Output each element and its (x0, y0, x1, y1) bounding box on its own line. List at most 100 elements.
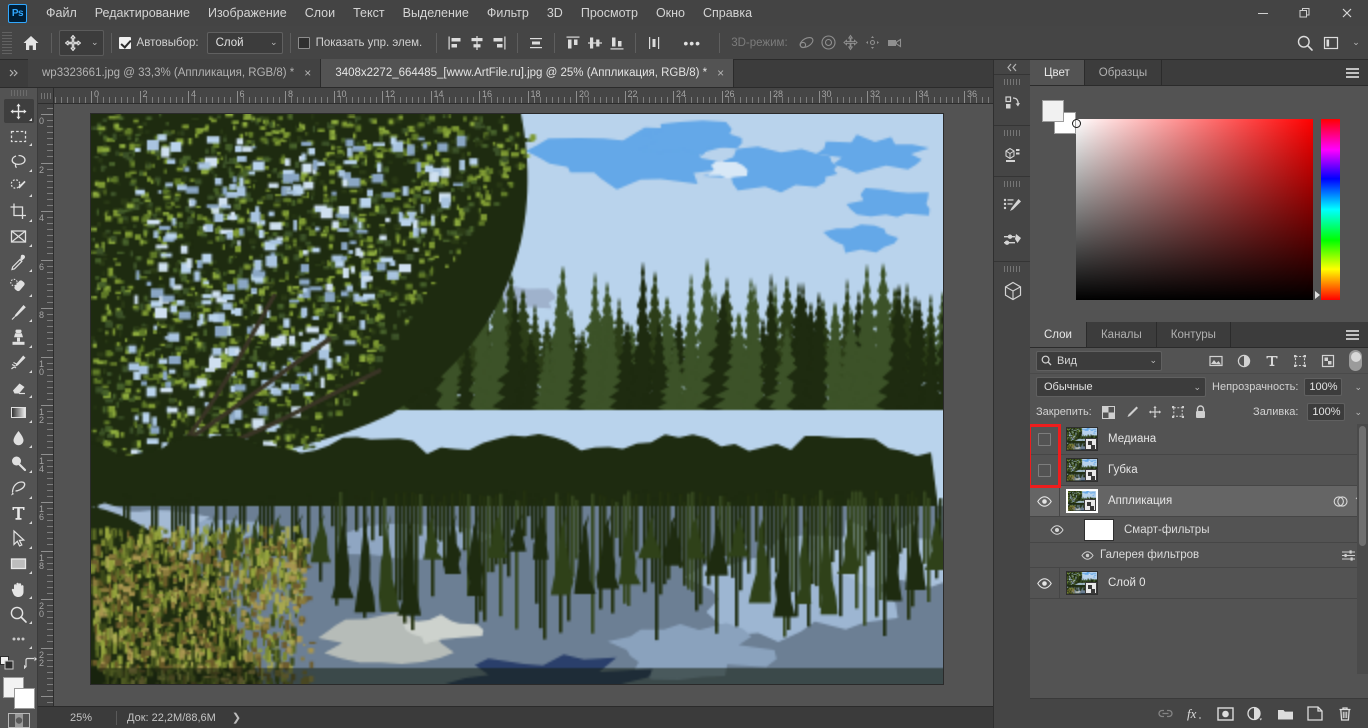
menu-window[interactable]: Окно (647, 2, 694, 24)
scope-select[interactable]: Слой ⌄ (206, 31, 283, 54)
align-horizontal-centers-icon[interactable] (466, 32, 488, 54)
layer-thumbnail[interactable] (1066, 458, 1098, 482)
lock-artboard-nesting-icon[interactable] (1168, 402, 1188, 422)
dock-grip[interactable] (1003, 181, 1021, 187)
smart-filters-icon[interactable] (1333, 494, 1348, 509)
panel-menu-icon[interactable] (1342, 322, 1362, 348)
add-layer-mask-icon[interactable] (1212, 701, 1238, 727)
roll-3d-icon[interactable] (818, 32, 840, 54)
layer-row-sloy-0[interactable]: Слой 0 (1030, 567, 1368, 599)
path-selection-tool[interactable] (4, 527, 34, 551)
layer-visibility-toggle[interactable] (1030, 567, 1060, 599)
history-panel-icon[interactable] (994, 87, 1031, 121)
rectangle-tool[interactable] (4, 552, 34, 576)
clone-stamp-tool[interactable] (4, 325, 34, 349)
menu-filter[interactable]: Фильтр (478, 2, 538, 24)
layer-name[interactable]: Губка (1108, 464, 1368, 476)
filter-enable-toggle[interactable] (1349, 350, 1362, 371)
background-color-swatch[interactable] (13, 688, 35, 710)
filter-gallery-visibility-toggle[interactable] (1030, 550, 1100, 560)
layer-list[interactable]: Медиана Губка Аппликация Смарт-фильтры Г… (1030, 424, 1368, 674)
smart-filters-row[interactable]: Смарт-фильтры (1030, 517, 1368, 543)
brush-presets-panel-icon[interactable] (994, 223, 1031, 257)
tab-swatches[interactable]: Образцы (1085, 60, 1163, 85)
autoselect-checkbox[interactable] (118, 36, 131, 49)
rectangular-marquee-tool[interactable] (4, 124, 34, 148)
lock-image-pixels-icon[interactable] (1122, 402, 1142, 422)
zoom-level[interactable]: 25% (38, 712, 116, 724)
pen-tool[interactable] (4, 476, 34, 500)
eyedropper-tool[interactable] (4, 250, 34, 274)
new-layer-icon[interactable] (1302, 701, 1328, 727)
history-brush-tool[interactable] (4, 351, 34, 375)
orbit-3d-icon[interactable] (796, 32, 818, 54)
workspace-chevron-icon[interactable]: ⌄ (1344, 30, 1362, 56)
layer-name[interactable]: Слой 0 (1108, 577, 1368, 589)
opacity-chevron-icon[interactable]: ⌄ (1354, 382, 1362, 393)
more-options-button[interactable]: ••• (679, 30, 705, 56)
menu-text[interactable]: Текст (344, 2, 393, 24)
menu-layers[interactable]: Слои (296, 2, 344, 24)
add-layer-style-icon[interactable]: fx (1182, 701, 1208, 727)
layer-filter-select[interactable]: Вид ⌄ (1036, 350, 1162, 371)
zoom-tool[interactable] (4, 602, 34, 626)
lock-all-icon[interactable] (1191, 402, 1211, 422)
chevron-down-icon[interactable]: ⌄ (91, 37, 99, 48)
document-window[interactable] (54, 104, 993, 728)
pan-3d-icon[interactable] (840, 32, 862, 54)
opacity-input[interactable]: 100% (1304, 378, 1343, 396)
fill-input[interactable]: 100% (1307, 403, 1346, 421)
menu-help[interactable]: Справка (694, 2, 761, 24)
menu-edit[interactable]: Редактирование (86, 2, 199, 24)
filter-adjustment-icon[interactable] (1233, 351, 1255, 371)
dock-grip[interactable] (1003, 130, 1021, 136)
layer-thumbnail[interactable] (1066, 571, 1098, 595)
current-tool-move[interactable]: ⌄ (59, 29, 104, 56)
document-tab-2[interactable]: 3408x2272_664485_[www.ArtFile.ru].jpg @ … (321, 59, 735, 87)
search-icon[interactable] (1292, 30, 1318, 56)
tools-panel-grip[interactable] (10, 90, 27, 97)
close-button[interactable] (1326, 0, 1368, 26)
layer-name[interactable]: Аппликация (1108, 495, 1333, 507)
restore-button[interactable] (1284, 0, 1326, 26)
ruler-origin[interactable] (38, 88, 54, 104)
align-top-edges-icon[interactable] (562, 32, 584, 54)
scrollbar-thumb[interactable] (1359, 426, 1366, 546)
align-vertical-centers-icon[interactable] (584, 32, 606, 54)
document-tab-1[interactable]: wp3323661.jpg @ 33,3% (Аппликация, RGB/8… (28, 59, 322, 87)
status-expand-icon[interactable]: ❯ (226, 711, 247, 724)
distribute-vertical-icon[interactable] (643, 32, 665, 54)
quick-selection-tool[interactable] (4, 175, 34, 199)
move-tool[interactable] (3, 99, 34, 124)
align-right-edges-icon[interactable] (488, 32, 510, 54)
menu-3d[interactable]: 3D (538, 2, 572, 24)
3d-panel-icon[interactable] (994, 138, 1031, 172)
delete-layer-icon[interactable] (1332, 701, 1358, 727)
collapse-tabs-icon[interactable] (0, 59, 28, 87)
layer-list-scrollbar[interactable] (1357, 424, 1368, 674)
edit-toolbar-tool[interactable] (4, 627, 34, 651)
filter-type-icon[interactable] (1261, 351, 1283, 371)
foreground-color-swatch[interactable] (1042, 100, 1064, 122)
layer-visibility-toggle[interactable] (1030, 424, 1060, 455)
new-group-icon[interactable] (1272, 701, 1298, 727)
layer-row-applikaciya[interactable]: Аппликация ⌃ (1030, 485, 1368, 517)
expand-panels-icon[interactable] (994, 60, 1030, 74)
default-colors-icon[interactable] (0, 656, 15, 671)
layer-row-gubka[interactable]: Губка (1030, 454, 1368, 486)
home-icon[interactable] (18, 30, 44, 56)
crop-tool[interactable] (4, 200, 34, 224)
close-icon[interactable]: × (304, 66, 311, 80)
link-layers-icon[interactable] (1152, 701, 1178, 727)
tab-color[interactable]: Цвет (1030, 60, 1085, 85)
dock-grip[interactable] (1003, 79, 1021, 85)
filter-gallery-row[interactable]: Галерея фильтров (1030, 543, 1368, 568)
filter-smart-object-icon[interactable] (1317, 351, 1339, 371)
color-spectrum-field[interactable] (1076, 119, 1313, 300)
hand-tool[interactable] (4, 577, 34, 601)
workspace-switcher-icon[interactable] (1318, 30, 1344, 56)
menu-file[interactable]: Файл (37, 2, 86, 24)
lock-transparent-pixels-icon[interactable] (1099, 402, 1119, 422)
dock-grip[interactable] (1003, 266, 1021, 272)
brush-settings-panel-icon[interactable] (994, 189, 1031, 223)
